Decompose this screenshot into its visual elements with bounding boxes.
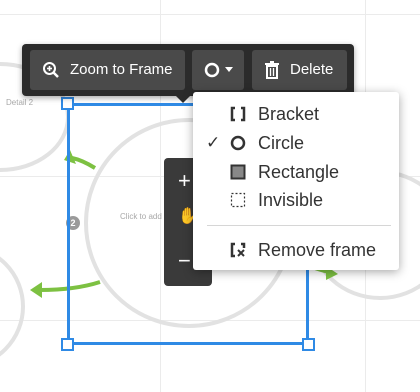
frame-toolbar: Zoom to Frame Delete xyxy=(22,44,354,96)
menu-item-bracket[interactable]: Bracket xyxy=(193,100,399,128)
menu-item-label: Circle xyxy=(258,132,305,153)
delete-label: Delete xyxy=(290,61,334,78)
rectangle-icon xyxy=(228,162,248,182)
zoom-to-frame-button[interactable]: Zoom to Frame xyxy=(30,50,185,90)
circle-icon xyxy=(204,62,220,78)
menu-item-label: Rectangle xyxy=(258,161,340,182)
zoom-to-frame-label: Zoom to Frame xyxy=(70,61,173,78)
bracket-icon xyxy=(228,104,248,124)
menu-divider xyxy=(207,225,391,226)
frame-shape-menu: Bracket ✓ Circle Rectangle Invisible Rem… xyxy=(193,92,399,270)
menu-item-label: Remove frame xyxy=(258,239,377,260)
frame-shape-dropdown[interactable] xyxy=(192,50,244,90)
circle-icon xyxy=(228,133,248,153)
remove-frame-icon xyxy=(228,240,248,260)
menu-item-label: Invisible xyxy=(258,189,324,210)
menu-item-remove-frame[interactable]: Remove frame xyxy=(193,236,399,264)
frame-handle-bottom-left[interactable] xyxy=(61,338,74,351)
trash-icon xyxy=(265,61,279,79)
toolbar-pointer xyxy=(176,96,190,103)
menu-item-rectangle[interactable]: Rectangle xyxy=(193,158,399,186)
zoom-magnifier-icon xyxy=(42,61,60,79)
menu-item-circle[interactable]: ✓ Circle xyxy=(193,129,399,157)
delete-button[interactable]: Delete xyxy=(252,50,347,90)
frame-handle-top-left[interactable] xyxy=(61,97,74,110)
dashed-square-icon xyxy=(228,190,248,210)
menu-item-invisible[interactable]: Invisible xyxy=(193,186,399,214)
frame-handle-bottom-right[interactable] xyxy=(302,338,315,351)
checkmark-icon: ✓ xyxy=(206,133,221,152)
path-arrow-left-bottom-head xyxy=(30,282,42,298)
chevron-down-icon xyxy=(225,67,233,73)
menu-item-label: Bracket xyxy=(258,103,320,124)
